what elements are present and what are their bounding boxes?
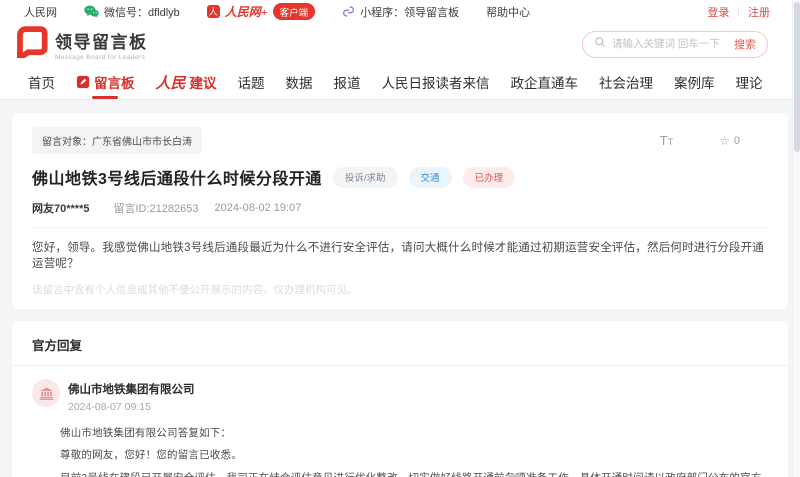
message-time: 2024-08-02 19:07 [214,202,301,214]
page: 人民网 微信号：dfldlyb 人 人民网+ 客户端 [0,0,800,477]
site-logo-text: 领导留言板 Message Board for Leaders [55,28,148,61]
message-card: 留言对象：广东省佛山市市长白涛 TT ☆ 0 佛山地铁3号线后通段什么时候分段开… [12,113,788,309]
org-avatar [32,379,60,407]
reply-header: 佛山市地铁集团有限公司 2024-08-07 09:15 [32,379,768,413]
reply-body: 佛山市地铁集团有限公司答复如下： 尊敬的网友，您好！您的留言已收悉。 目前3号线… [60,425,768,477]
search-button[interactable]: 搜索 [734,36,756,52]
tag-handled: 已办理 [463,167,516,188]
reply-paragraph: 尊敬的网友，您好！您的留言已收悉。 [60,447,768,463]
message-board-pen-icon [76,75,90,89]
scrollbar[interactable] [792,0,800,477]
nav-message-board-label: 留言板 [94,72,135,92]
reply-org-name: 佛山市地铁集团有限公司 [68,379,195,397]
reply-divider [12,365,788,366]
nav-theory[interactable]: 理论 [736,65,763,99]
miniprogram: 小程序：领导留言板 [342,4,459,20]
scrollbar-thumb[interactable] [794,2,800,152]
miniprogram-label: 小程序：领导留言板 [360,4,459,20]
tag-traffic: 交通 [409,167,452,188]
wechat-account-label: 微信号：dfldlyb [104,4,180,20]
header: 领导留言板 Message Board for Leaders 搜索 [0,23,800,65]
message-card-top: 留言对象：广东省佛山市市长白涛 TT ☆ 0 [32,127,768,154]
tag-complaint: 投诉/求助 [333,167,398,188]
help-center-link[interactable]: 帮助中心 [486,4,530,20]
nav-peoples-suggestions-rest: 建议 [190,72,217,92]
reply-section-title: 官方回复 [32,335,768,354]
auth-separator: | [737,6,740,17]
star-button[interactable]: ☆ 0 [719,134,740,148]
nav-data[interactable]: 数据 [286,65,313,99]
search-input[interactable] [612,38,728,50]
search-icon [594,35,606,53]
primary-nav: 首页 留言板 人民 建议 话题 数据 报道 人民日报读者来信 政企直通车 社会治… [0,65,800,100]
star-count: 0 [734,135,740,147]
message-meta: 网友70****5 留言ID:21282653 2024-08-02 19:07 [32,200,768,216]
message-title-row: 佛山地铁3号线后通段什么时候分段开通 投诉/求助 交通 已办理 [32,165,768,189]
topbar: 人民网 微信号：dfldlyb 人 人民网+ 客户端 [0,0,800,23]
reply-paragraph: 目前3号线在建段已开展安全评估，我司正在结合评估意见进行优化整改，切实做好线路开… [60,470,768,477]
nav-peoples-suggestions[interactable]: 人民 建议 [156,65,217,99]
star-icon: ☆ [719,134,730,148]
login-link[interactable]: 登录 [707,4,729,20]
nav-home[interactable]: 首页 [28,65,55,99]
site-subtitle: Message Board for Leaders [55,54,148,61]
message-target-badge: 留言对象：广东省佛山市市长白涛 [32,127,202,154]
reply-org-block: 佛山市地铁集团有限公司 2024-08-07 09:15 [68,379,195,413]
font-toggle-big: T [660,133,668,148]
message-body: 您好，领导。我感觉佛山地铁3号线后通段最近为什么不进行安全评估，请问大概什么时候… [32,239,768,271]
message-actions: TT ☆ 0 [660,132,740,150]
nav-topics[interactable]: 话题 [238,65,265,99]
message-title: 佛山地铁3号线后通段什么时候分段开通 [32,165,322,189]
reply-paragraph: 佛山市地铁集团有限公司答复如下： [60,425,768,441]
nav-gov-business[interactable]: 政企直通车 [511,65,579,99]
app-client-badge: 客户端 [273,3,316,20]
nav-social-governance[interactable]: 社会治理 [599,65,653,99]
wechat-icon [84,5,99,18]
nav-case-library[interactable]: 案例库 [674,65,715,99]
peoples-daily-app[interactable]: 人 人民网+ 客户端 [207,3,315,20]
register-link[interactable]: 注册 [748,4,770,20]
official-reply-card: 官方回复 [12,321,788,477]
peoples-daily-app-icon: 人 [207,5,220,18]
site-logo[interactable]: 领导留言板 Message Board for Leaders [15,25,148,63]
site-title: 领导留言板 [55,28,148,53]
site-logo-icon [15,25,48,63]
nav-peoples-suggestions-script: 人民 [156,72,186,93]
message-id: 留言ID:21282653 [113,200,198,216]
wechat-account: 微信号：dfldlyb [84,4,180,20]
peoples-daily-link[interactable]: 人民网 [24,4,57,20]
message-divider [32,227,768,228]
reply-time: 2024-08-07 09:15 [68,401,195,413]
main-content: 留言对象：广东省佛山市市长白涛 TT ☆ 0 佛山地铁3号线后通段什么时候分段开… [0,100,800,477]
nav-message-board[interactable]: 留言板 [76,65,135,99]
miniprogram-icon [342,5,355,18]
nav-reports[interactable]: 报道 [334,65,361,99]
peoples-daily-app-logo: 人民网+ [225,3,268,20]
font-size-toggle-icon[interactable]: TT [660,132,673,150]
auth-links: 登录 | 注册 [707,4,770,20]
privacy-note: 该留言中含有个人信息或其他不便公开展示的内容，仅办理机构可见。 [32,282,768,297]
search-box: 搜索 [582,31,768,58]
nav-reader-letters[interactable]: 人民日报读者来信 [382,65,490,99]
message-author: 网友70****5 [32,200,89,216]
government-building-icon [39,386,54,401]
font-toggle-small: T [668,137,674,147]
